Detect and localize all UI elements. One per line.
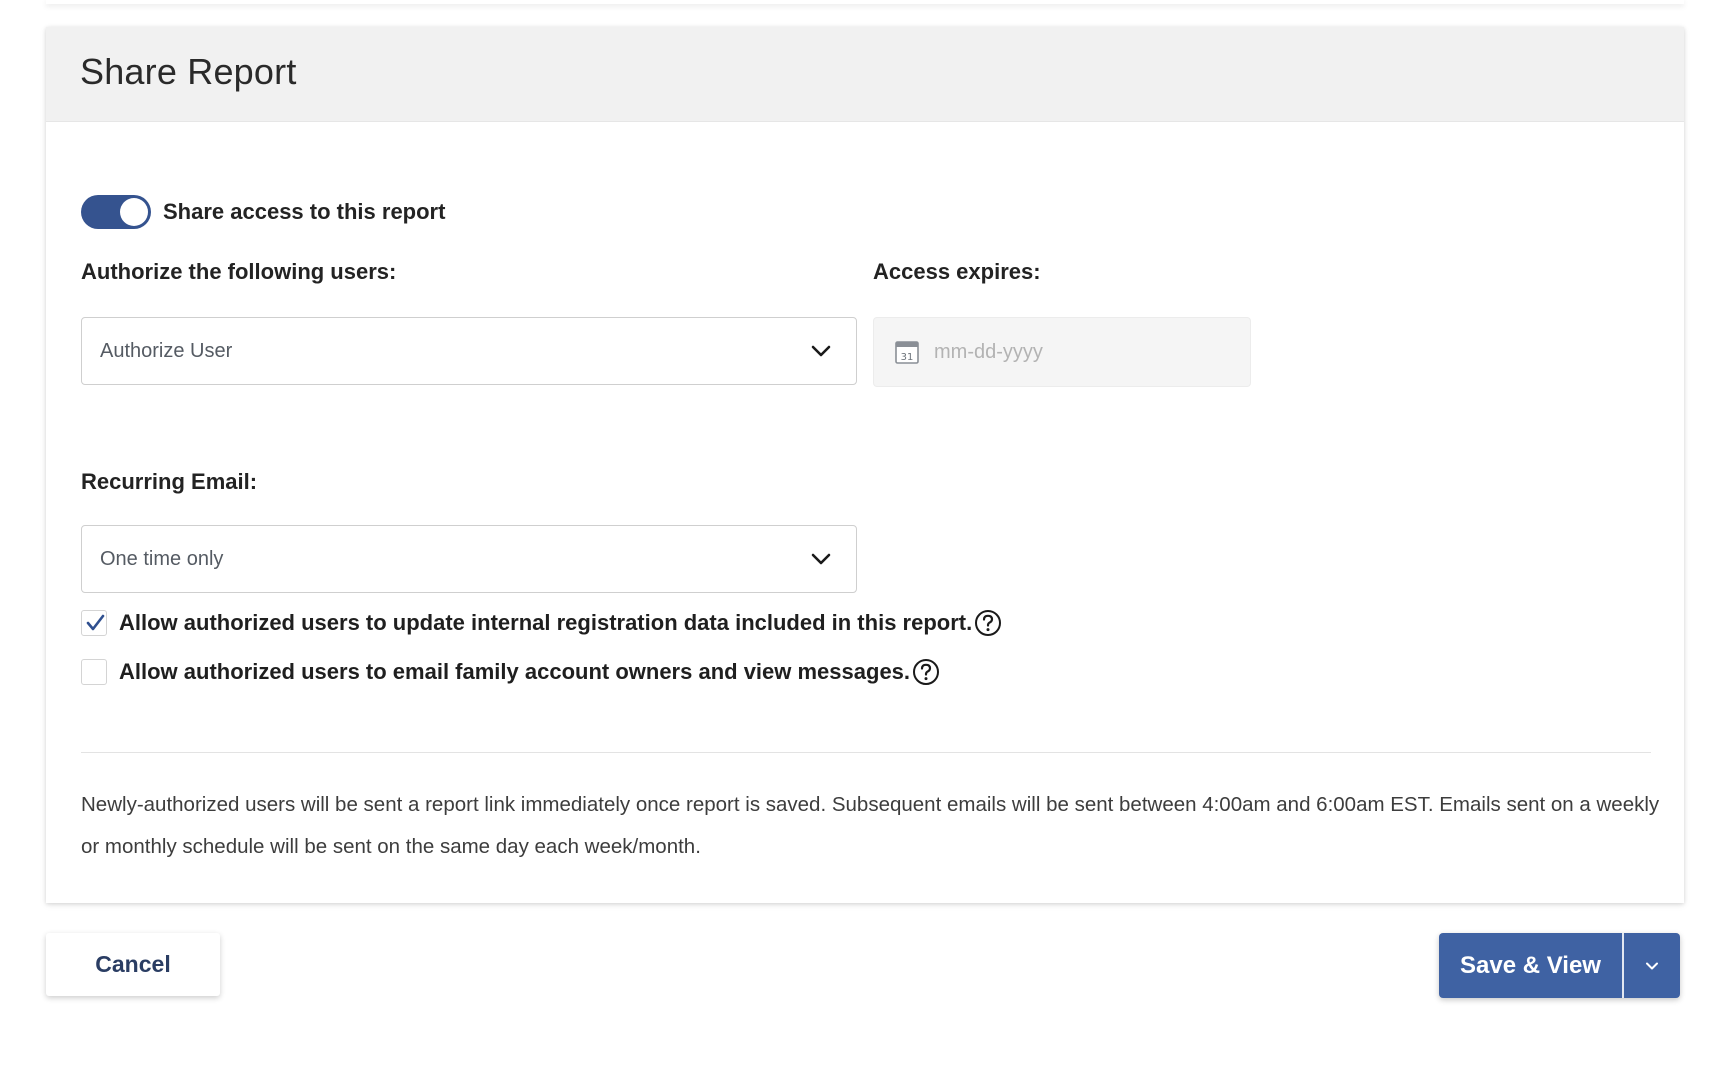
divider <box>81 752 1651 753</box>
date-placeholder: mm-dd-yyyy <box>934 340 1043 363</box>
chevron-down-icon <box>1646 962 1658 969</box>
recurring-email-value: One time only <box>100 547 224 570</box>
access-expires-date-input[interactable]: 31 mm-dd-yyyy <box>873 317 1251 387</box>
share-access-toggle[interactable] <box>81 195 151 229</box>
recurring-email-label: Recurring Email: <box>81 469 258 494</box>
toggle-knob <box>120 198 148 226</box>
share-access-row: Share access to this report <box>81 195 445 229</box>
chevron-down-icon <box>811 553 831 565</box>
schedule-info-text: Newly-authorized users will be sent a re… <box>81 793 1660 858</box>
panel-header: Share Report <box>46 27 1684 122</box>
save-view-label: Save & View <box>1460 951 1601 979</box>
update-registration-checkbox[interactable] <box>81 610 107 636</box>
cancel-button[interactable]: Cancel <box>46 933 220 996</box>
authorize-user-value: Authorize User <box>100 339 233 362</box>
authorize-users-label: Authorize the following users: <box>81 259 397 284</box>
email-owners-label: Allow authorized users to email family a… <box>119 659 911 684</box>
checkmark-icon <box>86 614 105 631</box>
option-update-registration-row: Allow authorized users to update interna… <box>81 609 1002 637</box>
save-options-dropdown[interactable] <box>1624 933 1680 998</box>
previous-panel-edge <box>46 0 1684 4</box>
update-registration-label: Allow authorized users to update interna… <box>119 610 973 635</box>
svg-text:31: 31 <box>901 352 914 363</box>
panel-title: Share Report <box>80 51 297 92</box>
button-separator <box>1622 933 1624 998</box>
share-access-label: Share access to this report <box>163 199 446 224</box>
option-email-owners-row: Allow authorized users to email family a… <box>81 658 940 686</box>
chevron-down-icon <box>811 345 831 357</box>
save-view-button[interactable]: Save & View <box>1439 933 1622 998</box>
email-owners-checkbox[interactable] <box>81 659 107 685</box>
recurring-email-select[interactable]: One time only <box>81 525 857 593</box>
authorize-user-select[interactable]: Authorize User <box>81 317 857 385</box>
access-expires-label: Access expires: <box>873 259 1041 284</box>
cancel-label: Cancel <box>95 951 171 977</box>
save-view-button-group: Save & View <box>1439 933 1680 998</box>
help-icon[interactable] <box>974 609 1002 637</box>
help-icon[interactable] <box>912 658 940 686</box>
calendar-icon: 31 <box>895 341 919 364</box>
share-report-panel: Share Report Share access to this report… <box>46 27 1684 903</box>
